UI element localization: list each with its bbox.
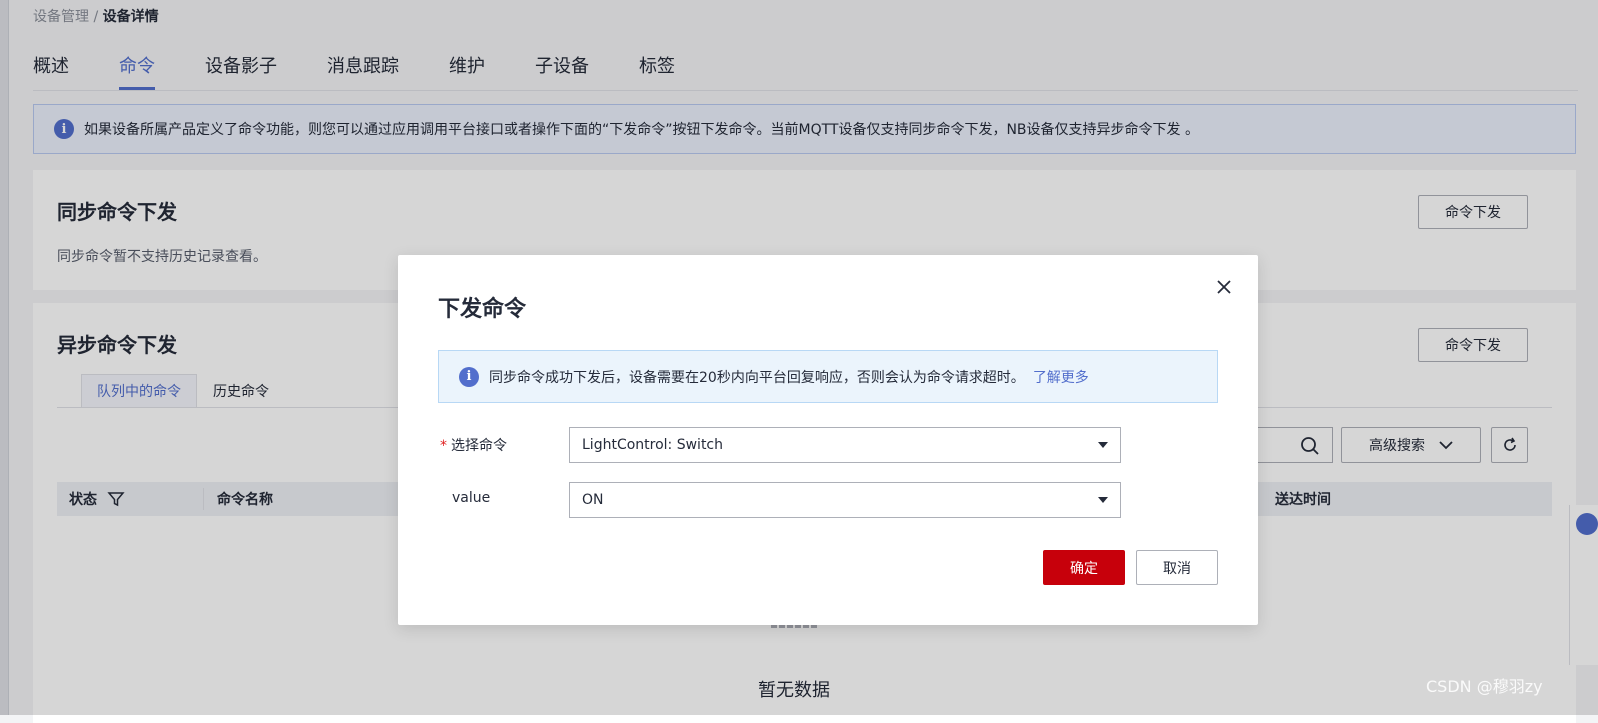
close-icon[interactable]	[1212, 275, 1236, 299]
required-mark: *	[440, 438, 447, 454]
value-select[interactable]: ON	[569, 482, 1121, 518]
value-field-label: value	[452, 490, 491, 506]
dialog-title: 下发命令	[438, 297, 527, 322]
info-icon: i	[459, 366, 479, 387]
command-select-value: LightControl: Switch	[582, 437, 723, 453]
caret-down-icon	[1098, 442, 1108, 448]
command-field-label: * 选择命令	[440, 435, 507, 455]
command-label-text: 选择命令	[451, 438, 507, 454]
send-command-dialog: 下发命令 i 同步命令成功下发后，设备需要在20秒内向平台回复响应，否则会认为命…	[398, 255, 1258, 625]
confirm-button[interactable]: 确定	[1043, 550, 1125, 585]
cancel-button[interactable]: 取消	[1136, 550, 1218, 585]
dialog-info-bar: i 同步命令成功下发后，设备需要在20秒内向平台回复响应，否则会认为命令请求超时…	[438, 350, 1218, 403]
dialog-info-text: 同步命令成功下发后，设备需要在20秒内向平台回复响应，否则会认为命令请求超时。	[489, 369, 1025, 386]
value-select-value: ON	[582, 492, 604, 508]
command-select[interactable]: LightControl: Switch	[569, 427, 1121, 463]
watermark: CSDN @穆羽zy	[1426, 677, 1543, 696]
learn-more-link[interactable]: 了解更多	[1033, 367, 1089, 387]
caret-down-icon	[1098, 497, 1108, 503]
